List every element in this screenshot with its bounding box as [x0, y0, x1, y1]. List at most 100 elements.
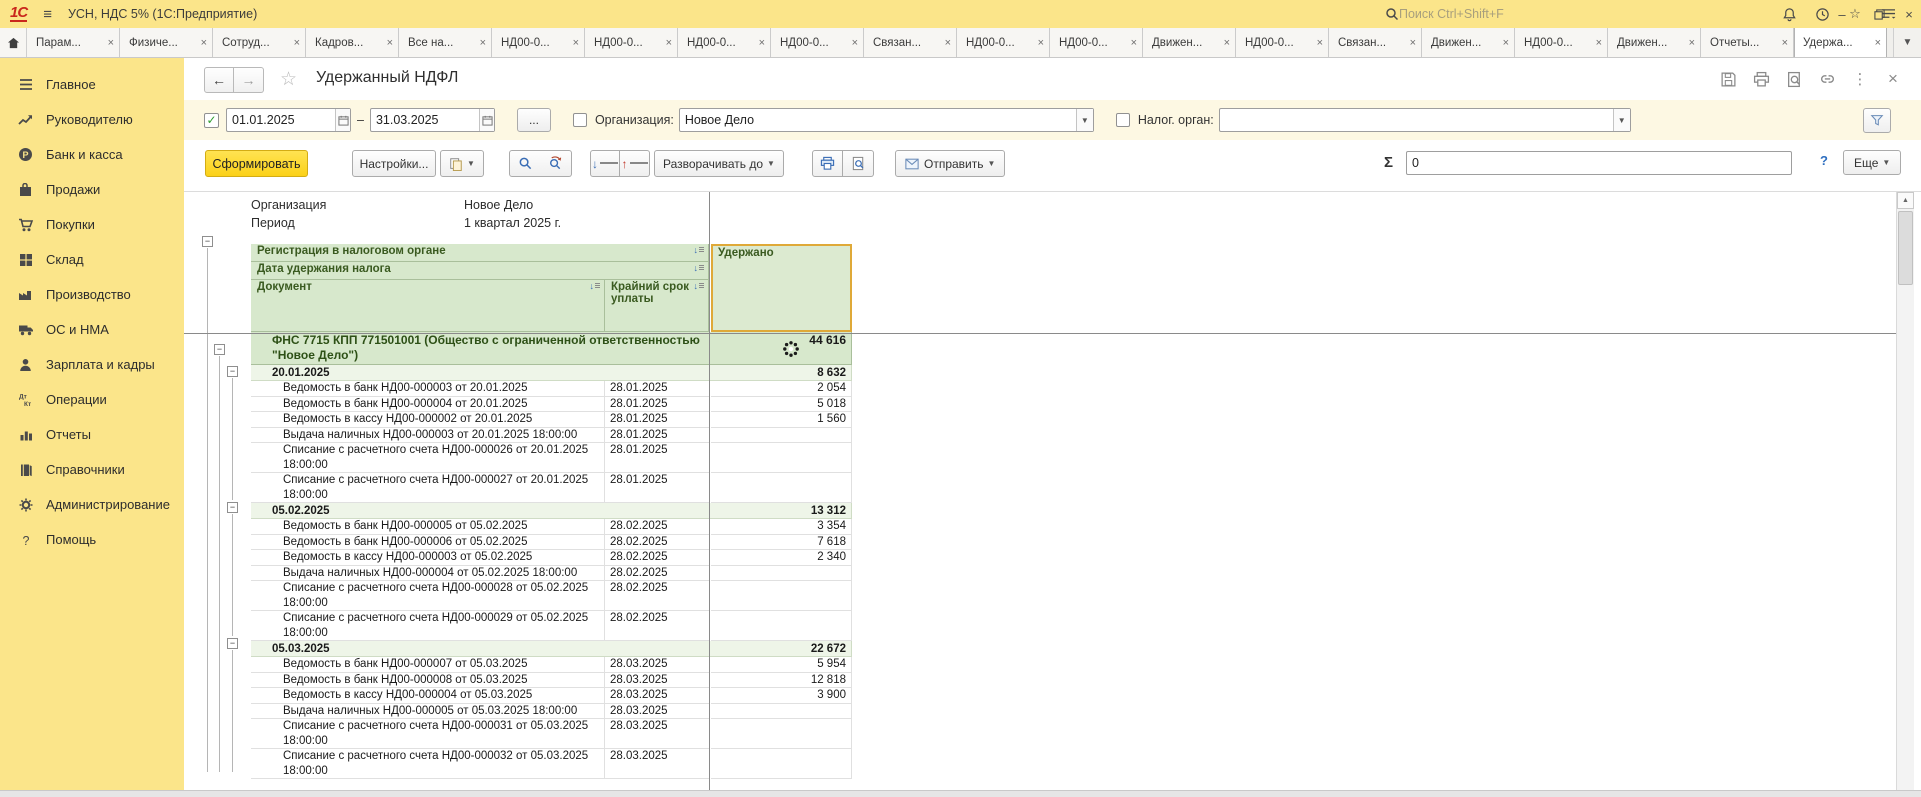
vertical-scrollbar[interactable]: ▲: [1896, 192, 1914, 790]
find-button[interactable]: [509, 150, 541, 177]
deadline-cell[interactable]: 28.03.2025: [605, 719, 709, 749]
sidebar-item-spravochniki[interactable]: Справочники: [0, 452, 184, 487]
deadline-cell[interactable]: 28.02.2025: [605, 519, 709, 535]
close-window-icon[interactable]: ×: [1899, 4, 1919, 24]
period-checkbox[interactable]: ✓: [204, 113, 219, 128]
main-menu-icon[interactable]: ≡: [43, 6, 52, 23]
document-cell[interactable]: Списание с расчетного счета НД00-000029 …: [251, 611, 605, 641]
deadline-cell[interactable]: 28.01.2025: [605, 443, 709, 473]
sort-icon[interactable]: ↓: [694, 245, 705, 260]
document-row[interactable]: Списание с расчетного счета НД00-000026 …: [251, 443, 852, 473]
amount-cell[interactable]: 3 900: [711, 688, 852, 704]
sidebar-item-sklad[interactable]: Склад: [0, 242, 184, 277]
tab-8[interactable]: НД00-0...×: [771, 28, 864, 57]
deadline-cell[interactable]: 28.01.2025: [605, 397, 709, 413]
date-to-input[interactable]: [371, 113, 479, 127]
document-row[interactable]: Выдача наличных НД00-000004 от 05.02.202…: [251, 566, 852, 582]
tab-close-icon[interactable]: ×: [387, 37, 393, 49]
deadline-cell[interactable]: 28.01.2025: [605, 428, 709, 444]
amount-cell[interactable]: 5 018: [711, 397, 852, 413]
collapse-subgroup-icon[interactable]: −: [227, 638, 238, 649]
tax-authority-checkbox[interactable]: [1116, 113, 1130, 127]
restore-icon[interactable]: [1869, 4, 1889, 24]
tab-close-icon[interactable]: ×: [1410, 37, 1416, 49]
tab-close-icon[interactable]: ×: [1782, 37, 1788, 49]
more-actions-icon[interactable]: ⋮: [1850, 69, 1870, 89]
tab-overflow-icon[interactable]: ▼: [1893, 28, 1921, 57]
document-cell[interactable]: Ведомость в кассу НД00-000002 от 20.01.2…: [251, 412, 605, 428]
print-button[interactable]: [812, 150, 843, 177]
amount-cell[interactable]: [711, 443, 852, 473]
back-button[interactable]: ←: [204, 67, 234, 93]
amount-cell[interactable]: 1 560: [711, 412, 852, 428]
sum-input[interactable]: [1407, 156, 1791, 170]
tab-close-icon[interactable]: ×: [1875, 37, 1881, 49]
document-cell[interactable]: Ведомость в банк НД00-000006 от 05.02.20…: [251, 535, 605, 551]
document-cell[interactable]: Ведомость в банк НД00-000007 от 05.03.20…: [251, 657, 605, 673]
expand-groups-button[interactable]: ↑: [620, 150, 650, 177]
group-date-total[interactable]: 13 312: [709, 503, 852, 519]
document-cell[interactable]: Ведомость в кассу НД00-000003 от 05.02.2…: [251, 550, 605, 566]
settings-button[interactable]: Настройки...: [352, 150, 436, 177]
tab-3[interactable]: Кадров...×: [306, 28, 399, 57]
document-row[interactable]: Ведомость в банк НД00-000005 от 05.02.20…: [251, 519, 852, 535]
tab-0[interactable]: Парам...×: [27, 28, 120, 57]
tab-6[interactable]: НД00-0...×: [585, 28, 678, 57]
tab-close-icon[interactable]: ×: [201, 37, 207, 49]
tab-close-icon[interactable]: ×: [573, 37, 579, 49]
group-row-tax-authority[interactable]: ФНС 7715 КПП 771501001 (Общество с огран…: [251, 332, 852, 365]
notifications-bell-icon[interactable]: [1779, 4, 1799, 24]
deadline-cell[interactable]: 28.02.2025: [605, 550, 709, 566]
group-date[interactable]: 20.01.2025: [251, 365, 709, 381]
document-cell[interactable]: Ведомость в банк НД00-000003 от 20.01.20…: [251, 381, 605, 397]
find-next-button[interactable]: [540, 150, 572, 177]
organization-checkbox[interactable]: [573, 113, 587, 127]
deadline-cell[interactable]: 28.02.2025: [605, 611, 709, 641]
document-row[interactable]: Ведомость в кассу НД00-000002 от 20.01.2…: [251, 412, 852, 428]
document-row[interactable]: Выдача наличных НД00-000005 от 05.03.202…: [251, 704, 852, 720]
document-cell[interactable]: Выдача наличных НД00-000004 от 05.02.202…: [251, 566, 605, 582]
sidebar-item-prodazhi[interactable]: Продажи: [0, 172, 184, 207]
column-header-registration[interactable]: Регистрация в налоговом органе ↓: [251, 244, 709, 262]
report-variants-button[interactable]: ▼: [440, 150, 484, 177]
organization-combo[interactable]: Новое Дело ▼: [679, 108, 1094, 132]
group-row-date[interactable]: 20.01.20258 632: [251, 365, 852, 381]
sidebar-item-os-i-nma[interactable]: ОС и НМА: [0, 312, 184, 347]
tab-close-icon[interactable]: ×: [1317, 37, 1323, 49]
sidebar-item-operacii[interactable]: ДтКтОперации: [0, 382, 184, 417]
group-row-date[interactable]: 05.03.202522 672: [251, 641, 852, 657]
document-row[interactable]: Ведомость в банк НД00-000007 от 05.03.20…: [251, 657, 852, 673]
history-icon[interactable]: [1812, 4, 1832, 24]
group-total[interactable]: 44 616: [709, 332, 852, 365]
collapse-subgroup-icon[interactable]: −: [227, 366, 238, 377]
chevron-down-icon[interactable]: ▼: [1076, 109, 1093, 131]
deadline-cell[interactable]: 28.03.2025: [605, 673, 709, 689]
document-row[interactable]: Ведомость в кассу НД00-000003 от 05.02.2…: [251, 550, 852, 566]
document-row[interactable]: Ведомость в банк НД00-000006 от 05.02.20…: [251, 535, 852, 551]
amount-cell[interactable]: [711, 611, 852, 641]
forward-button[interactable]: →: [234, 67, 264, 93]
date-to-field[interactable]: [370, 108, 495, 132]
document-row[interactable]: Ведомость в кассу НД00-000004 от 05.03.2…: [251, 688, 852, 704]
document-cell[interactable]: Списание с расчетного счета НД00-000027 …: [251, 473, 605, 503]
amount-cell[interactable]: 7 618: [711, 535, 852, 551]
tab-close-icon[interactable]: ×: [1131, 37, 1137, 49]
document-cell[interactable]: Ведомость в банк НД00-000005 от 05.02.20…: [251, 519, 605, 535]
deadline-cell[interactable]: 28.01.2025: [605, 412, 709, 428]
group-date[interactable]: 05.02.2025: [251, 503, 709, 519]
sidebar-item-pokupki[interactable]: Покупки: [0, 207, 184, 242]
filter-settings-button[interactable]: [1863, 108, 1891, 133]
amount-cell[interactable]: [711, 566, 852, 582]
deadline-cell[interactable]: 28.03.2025: [605, 657, 709, 673]
send-button[interactable]: Отправить▼: [895, 150, 1005, 177]
tab-close-icon[interactable]: ×: [852, 37, 858, 49]
sort-icon[interactable]: ↓: [694, 263, 705, 278]
amount-cell[interactable]: 12 818: [711, 673, 852, 689]
amount-cell[interactable]: [711, 749, 852, 779]
tab-16[interactable]: НД00-0...×: [1515, 28, 1608, 57]
sidebar-item-zarplata-i-kadry[interactable]: Зарплата и кадры: [0, 347, 184, 382]
tab-1[interactable]: Физиче...×: [120, 28, 213, 57]
document-cell[interactable]: Ведомость в банк НД00-000004 от 20.01.20…: [251, 397, 605, 413]
global-search[interactable]: [1385, 3, 1715, 25]
more-button[interactable]: Еще▼: [1843, 150, 1901, 175]
